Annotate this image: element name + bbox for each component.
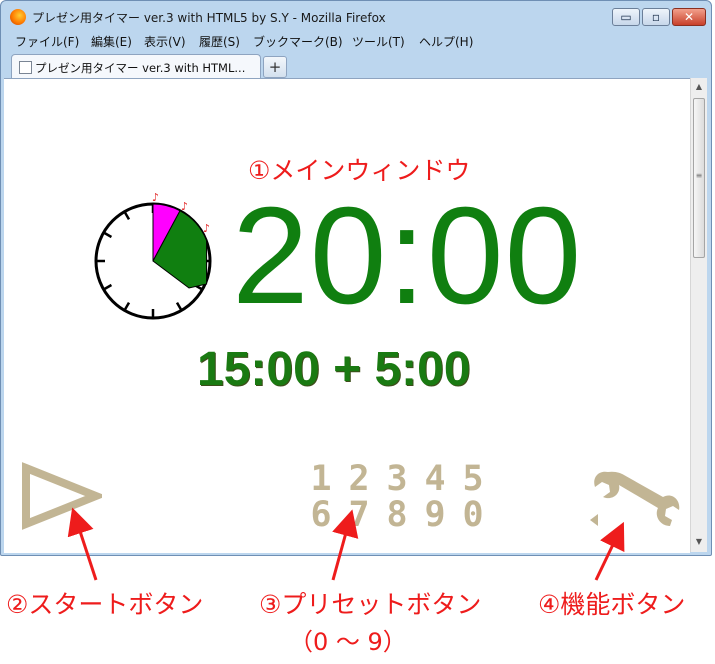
menu-tools[interactable]: ツール(T) (352, 33, 405, 50)
timer-display: 20:00 (232, 179, 583, 333)
window-title: プレゼン用タイマー ver.3 with HTML5 by S.Y - Mozi… (32, 11, 386, 25)
function-button[interactable] (588, 466, 686, 536)
maximize-icon: ▫ (651, 10, 661, 24)
scroll-down-arrow-icon[interactable]: ▼ (691, 537, 707, 546)
new-tab-button[interactable]: + (263, 56, 287, 78)
tab-timer[interactable]: プレゼン用タイマー ver.3 with HTML... (11, 54, 261, 79)
preset-buttons: 1 2 3 4 5 6 7 8 9 0 (306, 462, 496, 533)
bell-icon: ♪ (203, 222, 210, 235)
menu-edit[interactable]: 編集(E) (91, 33, 132, 50)
preset-range-annotation: （0 ～ 9） (289, 628, 407, 656)
close-icon: ✕ (683, 10, 695, 24)
bell-icon: ♪ (181, 200, 188, 213)
function-button-annotation: ④機能ボタン (538, 590, 686, 619)
page-icon (19, 61, 32, 74)
menu-bookmarks[interactable]: ブックマーク(B) (253, 33, 343, 50)
minimize-icon: ▭ (620, 10, 632, 24)
vertical-scrollbar[interactable]: ▲ ≡ ▼ (690, 78, 707, 552)
analog-clock: ♪ ♪ ♪ (94, 191, 212, 320)
start-button-annotation: ②スタートボタン (6, 590, 204, 619)
tab-title: プレゼン用タイマー ver.3 with HTML... (35, 61, 246, 75)
menu-help[interactable]: ヘルプ(H) (419, 33, 473, 50)
maximize-button[interactable]: ▫ (642, 8, 670, 26)
menu-history[interactable]: 履歴(S) (199, 33, 240, 50)
bell-icon: ♪ (152, 191, 159, 204)
preset-button-8[interactable]: 8 (382, 498, 412, 533)
scroll-thumb[interactable]: ≡ (693, 98, 705, 258)
preset-button-0[interactable]: 0 (458, 498, 488, 533)
preset-button-2[interactable]: 2 (344, 462, 374, 497)
close-button[interactable]: ✕ (672, 8, 706, 26)
preset-button-4[interactable]: 4 (420, 462, 450, 497)
firefox-icon (10, 9, 26, 25)
menu-file[interactable]: ファイル(F) (15, 33, 79, 50)
grip-icon: ≡ (695, 171, 703, 180)
preset-buttons-annotation: ③プリセットボタン (259, 590, 482, 619)
preset-button-7[interactable]: 7 (344, 498, 374, 533)
wrench-icon (590, 471, 680, 526)
play-icon (22, 462, 102, 530)
tab-strip: プレゼン用タイマー ver.3 with HTML... + (5, 51, 708, 79)
preset-button-9[interactable]: 9 (420, 498, 450, 533)
minimize-button[interactable]: ▭ (612, 8, 640, 26)
menu-bar: ファイル(F) 編集(E) 表示(V) 履歴(S) ブックマーク(B) ツール(… (5, 31, 705, 51)
plus-icon: + (268, 58, 282, 76)
preset-button-5[interactable]: 5 (458, 462, 488, 497)
menu-view[interactable]: 表示(V) (144, 33, 186, 50)
title-bar: プレゼン用タイマー ver.3 with HTML5 by S.Y - Mozi… (1, 1, 711, 31)
preset-button-6[interactable]: 6 (306, 498, 336, 533)
preset-button-3[interactable]: 3 (382, 462, 412, 497)
split-display: 15:00 + 5:00 (197, 343, 471, 396)
start-button[interactable] (20, 462, 102, 530)
preset-button-1[interactable]: 1 (306, 462, 336, 497)
scroll-up-arrow-icon[interactable]: ▲ (691, 82, 707, 91)
